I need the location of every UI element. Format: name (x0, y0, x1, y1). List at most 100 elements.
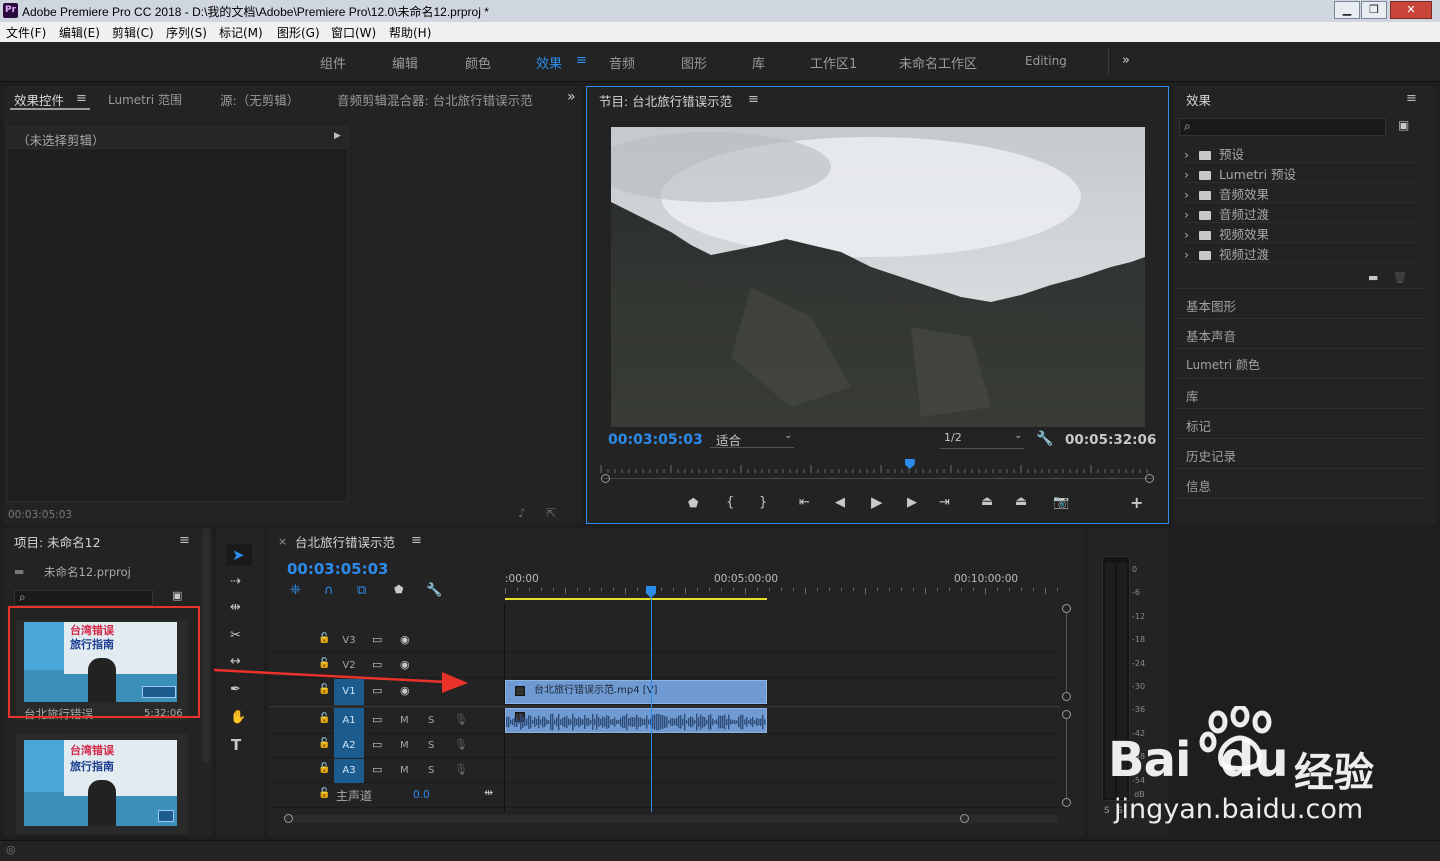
timeline-settings-wrench-icon[interactable]: 🔧 (426, 583, 442, 598)
extract-icon[interactable]: ⏏ (1015, 494, 1027, 509)
lift-icon[interactable]: ⏏ (981, 494, 993, 509)
mark-in-icon[interactable]: { (726, 495, 734, 510)
section-essential-graphics[interactable]: 基本图形 (1176, 289, 1426, 319)
maximize-button[interactable]: ❐ (1361, 1, 1387, 19)
effects-search-input[interactable]: ⌕ (1179, 118, 1386, 136)
step-back-icon[interactable]: ◀︎ (835, 495, 845, 510)
new-bin-folder-icon[interactable]: ▬ (1368, 271, 1378, 284)
vscroll-handle-audio[interactable] (1062, 710, 1071, 719)
project-search-input[interactable]: ⌕ (14, 590, 153, 606)
mark-out-icon[interactable]: } (759, 495, 767, 510)
timeline-menu-icon[interactable]: ≡ (411, 533, 422, 548)
video-clip[interactable]: 台北旅行错误示范.mp4 [V] (505, 680, 767, 704)
project-panel-title[interactable]: 项目: 未命名12 (14, 532, 101, 551)
menu-edit[interactable]: 编辑(E) (59, 24, 100, 41)
workspace-audio[interactable]: 音频 (609, 53, 635, 72)
wrench-settings-icon[interactable]: 🔧 (1036, 431, 1053, 447)
track-master[interactable]: 🔓 主声道 0.0 ⇹ (270, 784, 1060, 808)
mute-button[interactable]: M (400, 765, 409, 776)
find-icon[interactable]: ▣ (172, 589, 182, 602)
workspace-effects[interactable]: 效果 (536, 53, 562, 72)
horizontal-scrollbar[interactable] (284, 814, 1059, 823)
section-libraries[interactable]: 库 (1176, 379, 1426, 409)
close-sequence-icon[interactable]: × (278, 535, 287, 548)
vscroll-handle-bottom[interactable] (1062, 798, 1071, 807)
add-marker-icon[interactable]: ⬟ (688, 496, 698, 510)
track-select-tool-icon[interactable]: ⇢ (230, 574, 241, 589)
track-v3[interactable]: 🔓 V3 ▭ ◉ (270, 629, 1060, 653)
add-marker-icon[interactable]: ⬟ (394, 583, 404, 596)
vscroll-handle-top[interactable] (1062, 604, 1071, 613)
voice-over-mic-icon[interactable]: 🎙 (454, 713, 468, 726)
mute-button[interactable]: M (400, 715, 409, 726)
track-label-a2[interactable]: A2 (334, 734, 364, 758)
expand-arrow-icon[interactable]: ▶ (334, 131, 341, 141)
master-volume-value[interactable]: 0.0 (413, 789, 430, 801)
go-to-out-icon[interactable]: ⇥ (939, 495, 950, 510)
tab-effect-controls[interactable]: 效果控件 (14, 90, 64, 109)
track-output-icon[interactable]: ▭ (372, 763, 382, 776)
play-icon[interactable]: ▶ (871, 493, 883, 511)
nest-sequence-icon[interactable]: ❈ (290, 583, 301, 598)
track-lock-icon[interactable]: 🔓 (318, 763, 330, 774)
timeline-sequence-title[interactable]: 台北旅行错误示范 (295, 532, 395, 551)
zoom-handle-right[interactable] (1145, 474, 1154, 483)
track-lock-icon[interactable]: 🔓 (318, 788, 330, 799)
workspace-assembly[interactable]: 组件 (320, 53, 346, 72)
mute-button[interactable]: M (400, 740, 409, 751)
program-video-frame[interactable] (611, 127, 1145, 427)
track-lock-icon[interactable]: 🔓 (318, 633, 330, 644)
meter-solo-left[interactable]: S (1104, 806, 1110, 816)
effects-item-video-transitions[interactable]: › 视频过渡 (1180, 244, 1420, 263)
effects-item-presets[interactable]: › 预设 (1180, 144, 1420, 163)
effects-item-video-effects[interactable]: › 视频效果 (1180, 224, 1420, 243)
workspace-menu-icon[interactable]: ≡ (576, 53, 587, 68)
go-to-end-icon[interactable]: ⇹ (484, 786, 493, 799)
export-audio-icon[interactable]: ♪ (518, 506, 526, 520)
menu-marker[interactable]: 标记(M) (219, 24, 263, 41)
more-tabs-icon[interactable]: » (567, 89, 576, 105)
delete-trash-icon[interactable]: 🗑 (1393, 271, 1407, 284)
effects-panel-title[interactable]: 效果 (1186, 90, 1211, 109)
track-output-icon[interactable]: ▭ (372, 633, 382, 646)
tab-lumetri-scopes[interactable]: Lumetri 范围 (108, 91, 182, 108)
work-area-bar[interactable] (505, 598, 767, 600)
section-lumetri-color[interactable]: Lumetri 颜色 (1176, 349, 1426, 379)
new-custom-bin-icon[interactable]: ▣ (1398, 118, 1409, 132)
more-workspaces-icon[interactable]: » (1122, 53, 1130, 68)
effects-item-audio-transitions[interactable]: › 音频过渡 (1180, 204, 1420, 223)
zoom-handle-left[interactable] (601, 474, 610, 483)
vscroll-handle-mid[interactable] (1062, 692, 1071, 701)
track-a3[interactable]: 🔓 A3 ▭ M S 🎙 (270, 759, 1060, 783)
meter-solo-right[interactable]: S (1117, 806, 1123, 816)
solo-button[interactable]: S (428, 740, 434, 751)
workspace-editing[interactable]: Editing (1025, 54, 1067, 68)
tab-effect-controls-menu-icon[interactable]: ≡ (76, 91, 87, 106)
razor-tool-icon[interactable]: ✂ (230, 628, 241, 643)
export-frame-camera-icon[interactable]: 📷 (1053, 495, 1069, 510)
effects-item-audio-effects[interactable]: › 音频效果 (1180, 184, 1420, 203)
workspace-untitled[interactable]: 未命名工作区 (899, 53, 977, 72)
voice-over-mic-icon[interactable]: 🎙 (454, 763, 468, 776)
linked-selection-icon[interactable]: ⧉ (357, 583, 366, 598)
project-scrollbar[interactable] (202, 528, 210, 763)
hand-tool-icon[interactable]: ✋ (230, 710, 246, 725)
tab-source[interactable]: 源:（无剪辑） (220, 90, 299, 109)
workspace-libraries[interactable]: 库 (752, 53, 765, 72)
vertical-scrollbar[interactable] (1062, 604, 1071, 814)
section-info[interactable]: 信息 (1176, 469, 1426, 499)
section-history[interactable]: 历史记录 (1176, 439, 1426, 469)
type-tool-icon[interactable]: T (231, 736, 241, 754)
effects-menu-icon[interactable]: ≡ (1406, 91, 1417, 106)
audio-clip[interactable] (505, 708, 767, 733)
track-output-icon[interactable]: ▭ (372, 738, 382, 751)
selection-tool-icon[interactable]: ➤ (232, 546, 245, 564)
track-output-icon[interactable]: ▭ (372, 713, 382, 726)
program-current-timecode[interactable]: 00:03:05:03 (608, 432, 703, 448)
go-to-in-icon[interactable]: ⇤ (799, 495, 810, 510)
voice-over-mic-icon[interactable]: 🎙 (454, 738, 468, 751)
menu-sequence[interactable]: 序列(S) (166, 24, 207, 41)
program-monitor-title[interactable]: 节目: 台北旅行错误示范 (599, 91, 732, 110)
section-essential-sound[interactable]: 基本声音 (1176, 319, 1426, 349)
program-time-ruler[interactable] (599, 461, 1154, 473)
